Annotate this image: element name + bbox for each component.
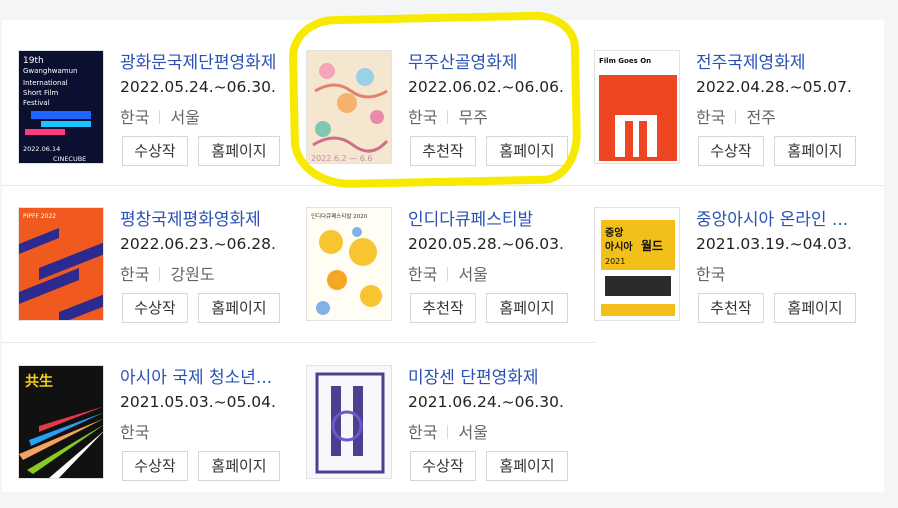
country: 한국 bbox=[408, 108, 438, 127]
festival-location: 한국 강원도 bbox=[120, 261, 215, 285]
festival-title[interactable]: 아시아 국제 청소년... bbox=[120, 363, 292, 388]
festival-location: 한국 서울 bbox=[408, 419, 488, 443]
festival-title[interactable]: 무주산골영화제 bbox=[408, 48, 580, 73]
awards-button[interactable]: 수상작 bbox=[698, 136, 764, 166]
festival-card: PIPFF 2022 평창국제평화영화제 2022.06.23.~06.28. … bbox=[2, 177, 292, 327]
festival-location: 한국 무주 bbox=[408, 104, 488, 128]
festival-poster[interactable]: 인디다큐페스티발 2020 bbox=[306, 207, 392, 321]
homepage-button[interactable]: 홈페이지 bbox=[486, 451, 568, 481]
country: 한국 bbox=[696, 265, 726, 284]
location-separator bbox=[159, 110, 161, 124]
country: 한국 bbox=[120, 265, 150, 284]
svg-text:Film Goes On: Film Goes On bbox=[599, 57, 651, 65]
homepage-button[interactable]: 홈페이지 bbox=[486, 136, 568, 166]
svg-text:인디다큐페스티발 2020: 인디다큐페스티발 2020 bbox=[311, 212, 368, 220]
festival-card: 共生 아시아 국제 청소년... 2021.05.03.~05.04. 한국 수… bbox=[2, 335, 292, 485]
homepage-button[interactable]: 홈페이지 bbox=[486, 293, 568, 323]
city: 서울 bbox=[458, 265, 488, 284]
city: 전주 bbox=[746, 108, 776, 127]
svg-text:2022.06.14: 2022.06.14 bbox=[23, 145, 60, 153]
country: 한국 bbox=[120, 423, 150, 442]
awards-button[interactable]: 수상작 bbox=[122, 136, 188, 166]
svg-text:Festival: Festival bbox=[23, 99, 50, 107]
homepage-button[interactable]: 홈페이지 bbox=[774, 136, 856, 166]
awards-button[interactable]: 수상작 bbox=[410, 451, 476, 481]
recommended-button[interactable]: 추천작 bbox=[410, 293, 476, 323]
awards-button[interactable]: 수상작 bbox=[122, 293, 188, 323]
festival-poster[interactable]: 2022.6.2 — 6.6 bbox=[306, 50, 392, 164]
svg-text:19th: 19th bbox=[23, 56, 44, 66]
festival-card: 2022.6.2 — 6.6 무주산골영화제 2022.06.02.~06.06… bbox=[290, 20, 580, 170]
festival-date: 2020.05.28.~06.03. bbox=[408, 235, 564, 253]
festival-title[interactable]: 전주국제영화제 bbox=[696, 48, 868, 73]
svg-text:Short Film: Short Film bbox=[23, 89, 58, 97]
festival-date: 2021.05.03.~05.04. bbox=[120, 393, 276, 411]
country: 한국 bbox=[696, 108, 726, 127]
festival-card: 19th Gwanghwamun International Short Fil… bbox=[2, 20, 292, 170]
festival-date: 2021.06.24.~06.30. bbox=[408, 393, 564, 411]
svg-text:2022.6.2 — 6.6: 2022.6.2 — 6.6 bbox=[311, 154, 372, 163]
festival-card: 미장센 단편영화제 2021.06.24.~06.30. 한국 서울 수상작 홈페… bbox=[290, 335, 580, 485]
svg-text:Gwanghwamun: Gwanghwamun bbox=[23, 67, 77, 75]
svg-text:CINECUBE: CINECUBE bbox=[53, 155, 86, 163]
svg-text:중앙: 중앙 bbox=[605, 227, 624, 239]
svg-text:2021: 2021 bbox=[605, 257, 625, 266]
festival-location: 한국 서울 bbox=[120, 104, 200, 128]
city: 서울 bbox=[170, 108, 200, 127]
homepage-button[interactable]: 홈페이지 bbox=[198, 136, 280, 166]
country: 한국 bbox=[408, 265, 438, 284]
festival-card: 인디다큐페스티발 2020 인디다큐페스티발 2020.05.28.~06.03… bbox=[290, 177, 580, 327]
festival-location: 한국 전주 bbox=[696, 104, 776, 128]
festival-date: 2022.06.02.~06.06. bbox=[408, 78, 564, 96]
festival-date: 2022.04.28.~05.07. bbox=[696, 78, 852, 96]
country: 한국 bbox=[408, 423, 438, 442]
svg-text:월드: 월드 bbox=[641, 238, 663, 253]
festival-location: 한국 bbox=[696, 261, 725, 285]
recommended-button[interactable]: 추천작 bbox=[410, 136, 476, 166]
location-separator bbox=[735, 110, 737, 124]
festival-poster[interactable]: 共生 bbox=[18, 365, 104, 479]
awards-button[interactable]: 수상작 bbox=[122, 451, 188, 481]
festival-title[interactable]: 평창국제평화영화제 bbox=[120, 205, 292, 230]
svg-text:아시아: 아시아 bbox=[605, 240, 633, 253]
recommended-button[interactable]: 추천작 bbox=[698, 293, 764, 323]
festival-poster[interactable]: 19th Gwanghwamun International Short Fil… bbox=[18, 50, 104, 164]
festival-title[interactable]: 중앙아시아 온라인 ... bbox=[696, 205, 868, 230]
festival-title[interactable]: 인디다큐페스티발 bbox=[408, 205, 580, 230]
festival-title[interactable]: 미장센 단편영화제 bbox=[408, 363, 580, 388]
festival-list-panel: 19th Gwanghwamun International Short Fil… bbox=[2, 20, 884, 492]
festival-poster[interactable]: PIPFF 2022 bbox=[18, 207, 104, 321]
festival-date: 2022.05.24.~06.30. bbox=[120, 78, 276, 96]
festival-card: Film Goes On 전주국제영화제 2022.04.28.~05.07. … bbox=[578, 20, 868, 170]
festival-card: 중앙 아시아 월드 2021 중앙아시아 온라인 ... 2021.03.19.… bbox=[578, 177, 868, 327]
festival-date: 2022.06.23.~06.28. bbox=[120, 235, 276, 253]
festival-poster[interactable]: 중앙 아시아 월드 2021 bbox=[594, 207, 680, 321]
svg-text:共生: 共生 bbox=[25, 373, 53, 390]
location-separator bbox=[447, 425, 449, 439]
svg-text:PIPFF 2022: PIPFF 2022 bbox=[23, 213, 56, 220]
festival-title[interactable]: 광화문국제단편영화제 bbox=[120, 48, 292, 73]
homepage-button[interactable]: 홈페이지 bbox=[774, 293, 856, 323]
city: 강원도 bbox=[170, 265, 215, 284]
city: 서울 bbox=[458, 423, 488, 442]
location-separator bbox=[159, 267, 161, 281]
city: 무주 bbox=[458, 108, 488, 127]
festival-date: 2021.03.19.~04.03. bbox=[696, 235, 852, 253]
svg-text:International: International bbox=[23, 79, 68, 87]
homepage-button[interactable]: 홈페이지 bbox=[198, 293, 280, 323]
festival-location: 한국 bbox=[120, 419, 149, 443]
location-separator bbox=[447, 267, 449, 281]
homepage-button[interactable]: 홈페이지 bbox=[198, 451, 280, 481]
location-separator bbox=[447, 110, 449, 124]
festival-poster[interactable] bbox=[306, 365, 392, 479]
country: 한국 bbox=[120, 108, 150, 127]
festival-location: 한국 서울 bbox=[408, 261, 488, 285]
festival-poster[interactable]: Film Goes On bbox=[594, 50, 680, 164]
